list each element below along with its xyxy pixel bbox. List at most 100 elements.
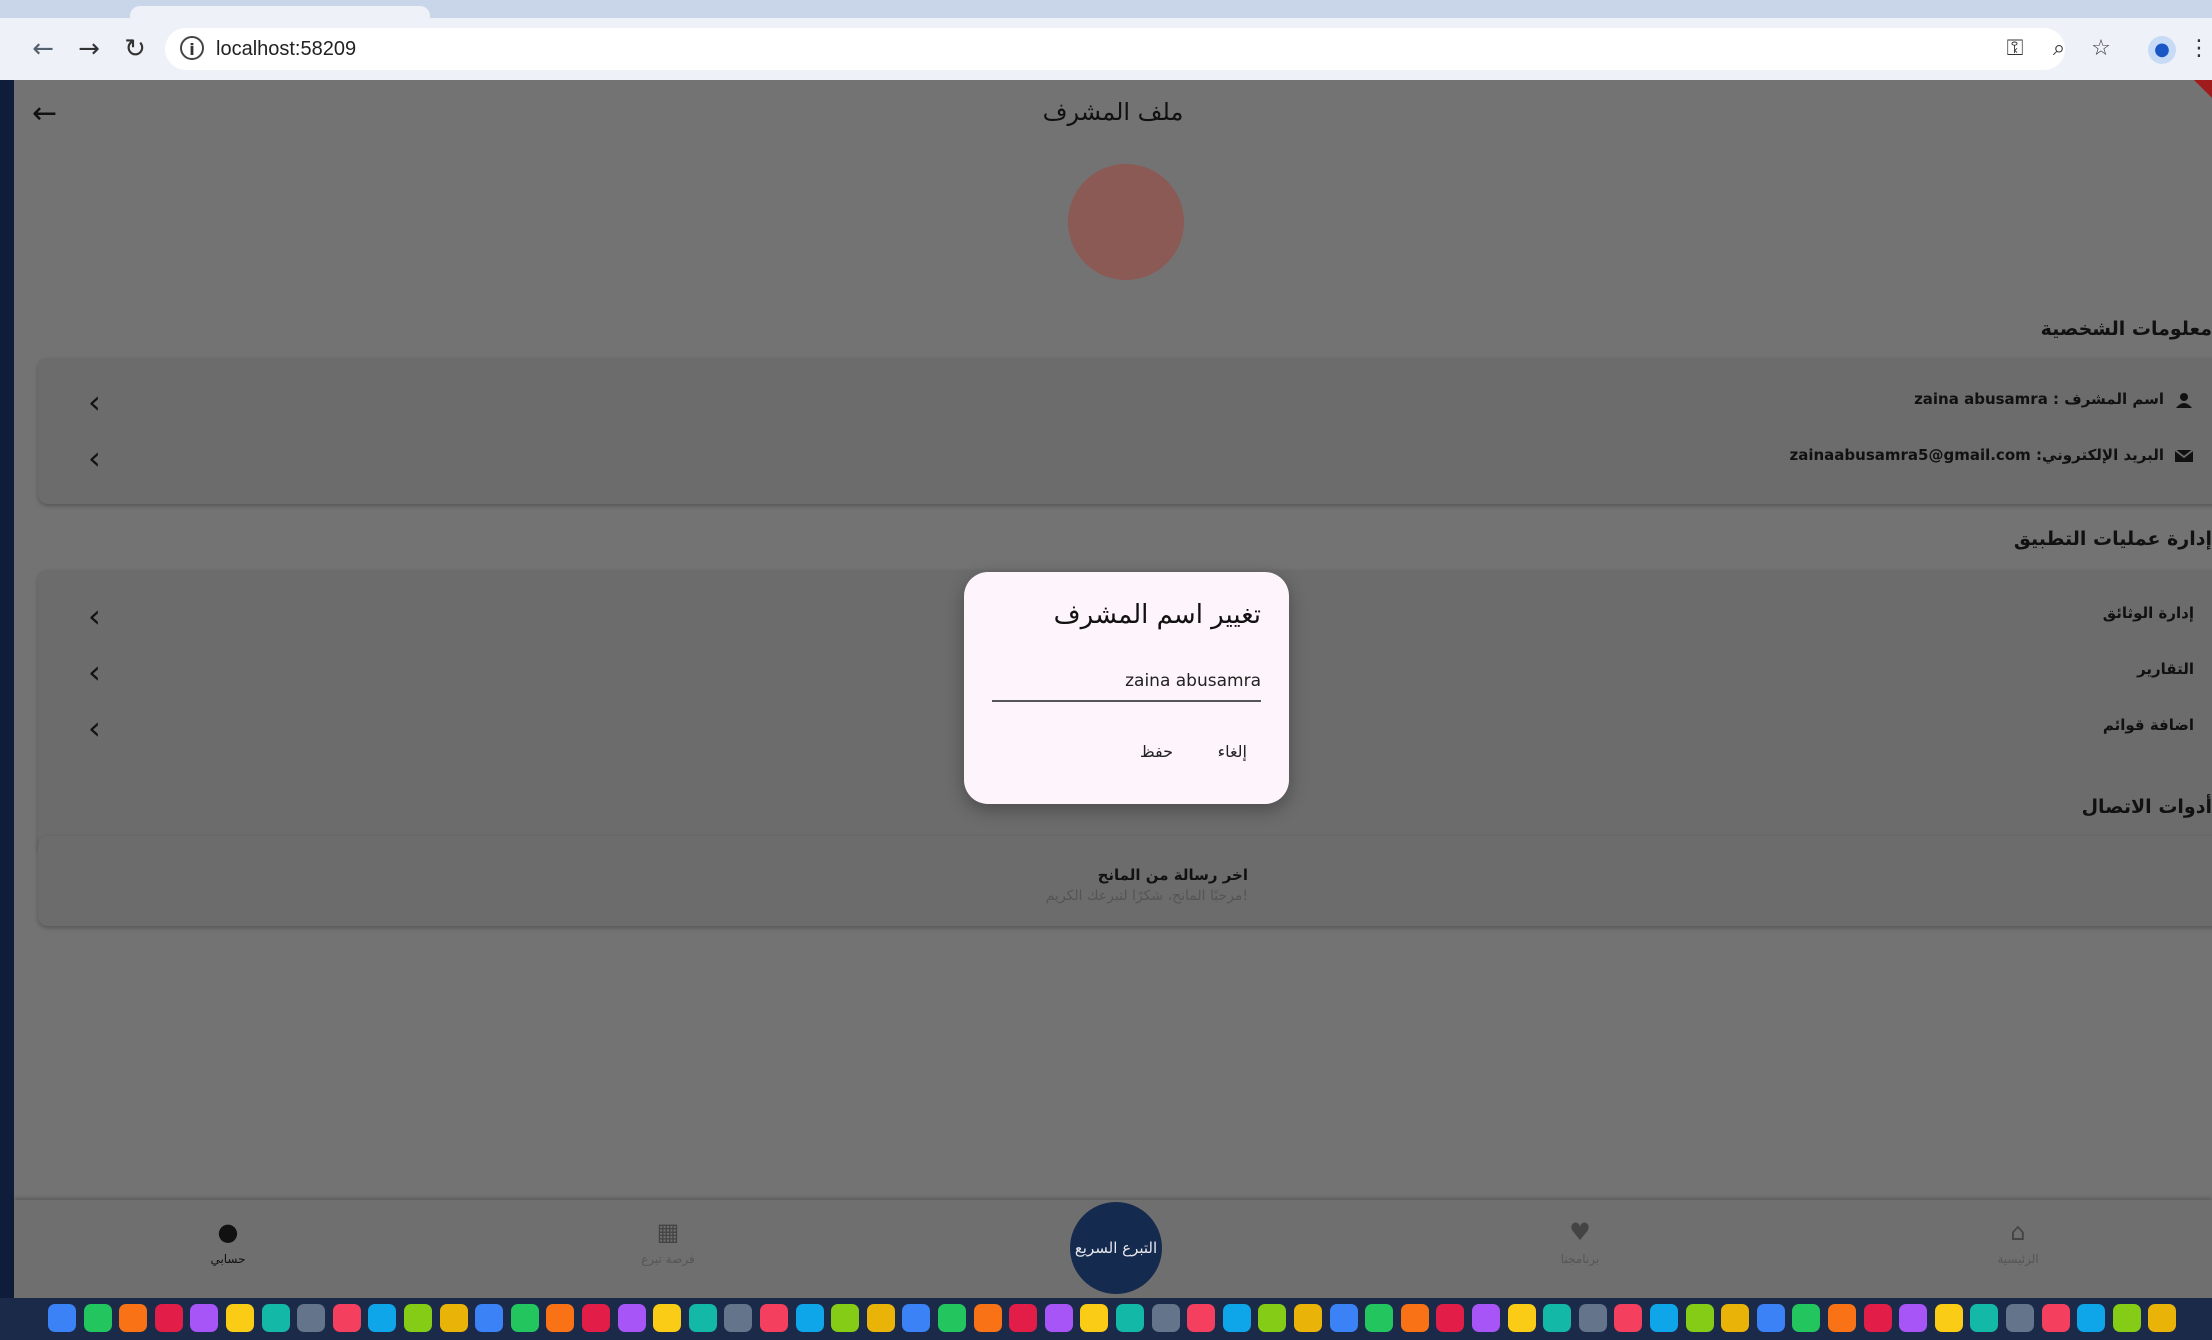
dock-app-icon[interactable] bbox=[439, 1304, 468, 1332]
page-title: ملف المشرف bbox=[1042, 98, 1184, 126]
dock-app-icon[interactable] bbox=[617, 1304, 646, 1332]
dock-app-icon[interactable] bbox=[190, 1304, 219, 1332]
dock-app-icon[interactable] bbox=[582, 1304, 610, 1332]
quick-donate-button[interactable]: التبرع السريع bbox=[1070, 1202, 1162, 1294]
dock-app-icon[interactable] bbox=[1258, 1304, 1287, 1332]
zoom-icon[interactable]: ⌕ bbox=[2044, 34, 2074, 64]
dock-app-icon[interactable] bbox=[1721, 1304, 1750, 1332]
dock-app-icon[interactable] bbox=[653, 1304, 682, 1332]
dock-app-icon[interactable] bbox=[1685, 1304, 1714, 1332]
dock-app-icon[interactable] bbox=[1614, 1304, 1643, 1332]
chevron-left-icon: ‹ bbox=[88, 597, 101, 635]
reload-icon[interactable]: ↻ bbox=[120, 34, 150, 64]
dock-app-icon[interactable] bbox=[760, 1304, 788, 1332]
dock-app-icon[interactable] bbox=[1044, 1304, 1073, 1332]
last-message-text: مرحبًا المانح، شكرًا لتبرعك الكريم! bbox=[1045, 888, 1248, 904]
dock-app-icon[interactable] bbox=[1863, 1304, 1892, 1332]
menu-icon[interactable]: ⋮ bbox=[2188, 34, 2210, 64]
last-message-card[interactable]: اخر رسالة من المانح مرحبًا المانح، شكرًا… bbox=[38, 836, 2212, 926]
star-icon[interactable]: ☆ bbox=[2086, 34, 2116, 64]
dock-app-icon[interactable] bbox=[154, 1304, 183, 1332]
dock-app-icon[interactable] bbox=[226, 1304, 254, 1332]
dock-app-icon[interactable] bbox=[2041, 1304, 2070, 1332]
dock-app-icon[interactable] bbox=[332, 1304, 361, 1332]
url-text[interactable]: localhost:58209 bbox=[216, 36, 356, 62]
dock-app-icon[interactable] bbox=[1222, 1304, 1251, 1332]
chevron-left-icon: ‹ bbox=[88, 653, 101, 691]
list-item[interactable]: ‹ اسم المشرف : zaina abusamra bbox=[38, 382, 2212, 422]
section-title-personal: معلومات الشخصية bbox=[2040, 318, 2212, 340]
dock-app-icon[interactable] bbox=[83, 1304, 112, 1332]
dock-app-icon[interactable] bbox=[2148, 1304, 2177, 1332]
cancel-button[interactable]: إلغاء bbox=[1218, 742, 1247, 761]
personal-info-card: ‹ اسم المشرف : zaina abusamra ‹ البريد ا… bbox=[38, 358, 2212, 504]
chevron-left-icon: ‹ bbox=[88, 439, 101, 477]
dock-app-icon[interactable] bbox=[1650, 1304, 1678, 1332]
admin-email-label: البريد الإلكتروني: zainaabusamra5@gmail.… bbox=[1789, 446, 2164, 464]
dock-app-icon[interactable] bbox=[546, 1304, 575, 1332]
save-button[interactable]: حفظ bbox=[1140, 742, 1173, 761]
dock-app-icon[interactable] bbox=[1899, 1304, 1928, 1332]
dock-app-icon[interactable] bbox=[1792, 1304, 1821, 1332]
dock-app-icon[interactable] bbox=[297, 1304, 326, 1332]
nav-item-donation-opportunity[interactable]: ▦ فرصة تبرع bbox=[598, 1218, 738, 1266]
dock-app-icon[interactable] bbox=[368, 1304, 397, 1332]
debug-banner bbox=[2194, 80, 2212, 98]
dock-app-icon[interactable] bbox=[724, 1304, 753, 1332]
site-info-icon[interactable]: i bbox=[180, 36, 204, 60]
profile-icon[interactable]: ● bbox=[2148, 36, 2176, 64]
ops-reports-label: التقارير bbox=[2137, 660, 2194, 678]
dock-app-icon[interactable] bbox=[1400, 1304, 1429, 1332]
dock-app-icon[interactable] bbox=[48, 1304, 76, 1332]
dock-app-icon[interactable] bbox=[119, 1304, 148, 1332]
dock-app-icon[interactable] bbox=[1507, 1304, 1536, 1332]
dock-app-icon[interactable] bbox=[1116, 1304, 1144, 1332]
dock-app-icon[interactable] bbox=[1578, 1304, 1607, 1332]
dock-app-icon[interactable] bbox=[795, 1304, 824, 1332]
dock-app-icon[interactable] bbox=[1436, 1304, 1465, 1332]
home-icon: ⌂ bbox=[2010, 1218, 2026, 1246]
dock-app-icon[interactable] bbox=[831, 1304, 860, 1332]
address-bar[interactable] bbox=[165, 28, 2065, 70]
dock-app-icon[interactable] bbox=[1187, 1304, 1216, 1332]
dock-app-icon[interactable] bbox=[1365, 1304, 1394, 1332]
dock-app-icon[interactable] bbox=[510, 1304, 539, 1332]
forward-arrow-icon[interactable]: → bbox=[74, 34, 104, 64]
person-icon: ● bbox=[217, 1218, 239, 1246]
dock-app-icon[interactable] bbox=[1151, 1304, 1180, 1332]
section-title-app-ops: إدارة عمليات التطبيق bbox=[2013, 528, 2212, 550]
dock-app-icon[interactable] bbox=[404, 1304, 432, 1332]
dock-app-icon[interactable] bbox=[1080, 1304, 1109, 1332]
section-title-contact: أدوات الاتصال bbox=[2081, 796, 2212, 818]
dock-app-icon[interactable] bbox=[688, 1304, 717, 1332]
back-arrow-icon[interactable]: ← bbox=[28, 34, 58, 64]
dock-app-icon[interactable] bbox=[1756, 1304, 1785, 1332]
dock-app-icon[interactable] bbox=[1329, 1304, 1358, 1332]
mail-icon bbox=[2174, 448, 2194, 462]
admin-name-input[interactable] bbox=[992, 662, 1261, 702]
person-icon bbox=[2176, 392, 2192, 408]
dock-app-icon[interactable] bbox=[902, 1304, 931, 1332]
dock-app-icon[interactable] bbox=[1009, 1304, 1038, 1332]
dock-app-icon[interactable] bbox=[1934, 1304, 1963, 1332]
dock-app-icon[interactable] bbox=[261, 1304, 290, 1332]
key-icon[interactable]: ⚿ bbox=[2000, 34, 2030, 64]
nav-item-my-account[interactable]: ● حسابي bbox=[158, 1218, 298, 1266]
nav-item-our-program[interactable]: ♥ برنامجنا bbox=[1510, 1218, 1650, 1266]
dock-app-icon[interactable] bbox=[866, 1304, 895, 1332]
dock-app-icon[interactable] bbox=[938, 1304, 966, 1332]
dock-app-icon[interactable] bbox=[1294, 1304, 1322, 1332]
dock-app-icon[interactable] bbox=[475, 1304, 504, 1332]
dock-app-icon[interactable] bbox=[2112, 1304, 2141, 1332]
dock-app-icon[interactable] bbox=[973, 1304, 1002, 1332]
dock-app-icon[interactable] bbox=[1543, 1304, 1572, 1332]
dock-app-icon[interactable] bbox=[2006, 1304, 2034, 1332]
dock-app-icon[interactable] bbox=[2077, 1304, 2106, 1332]
nav-item-home[interactable]: ⌂ الرئيسية bbox=[1948, 1218, 2088, 1266]
last-message-title: اخر رسالة من المانح bbox=[1097, 866, 1248, 884]
dock-app-icon[interactable] bbox=[1472, 1304, 1500, 1332]
dock-app-icon[interactable] bbox=[1828, 1304, 1856, 1332]
avatar[interactable] bbox=[1068, 164, 1184, 280]
list-item[interactable]: ‹ البريد الإلكتروني: zainaabusamra5@gmai… bbox=[38, 438, 2212, 478]
dock-app-icon[interactable] bbox=[1970, 1304, 1999, 1332]
